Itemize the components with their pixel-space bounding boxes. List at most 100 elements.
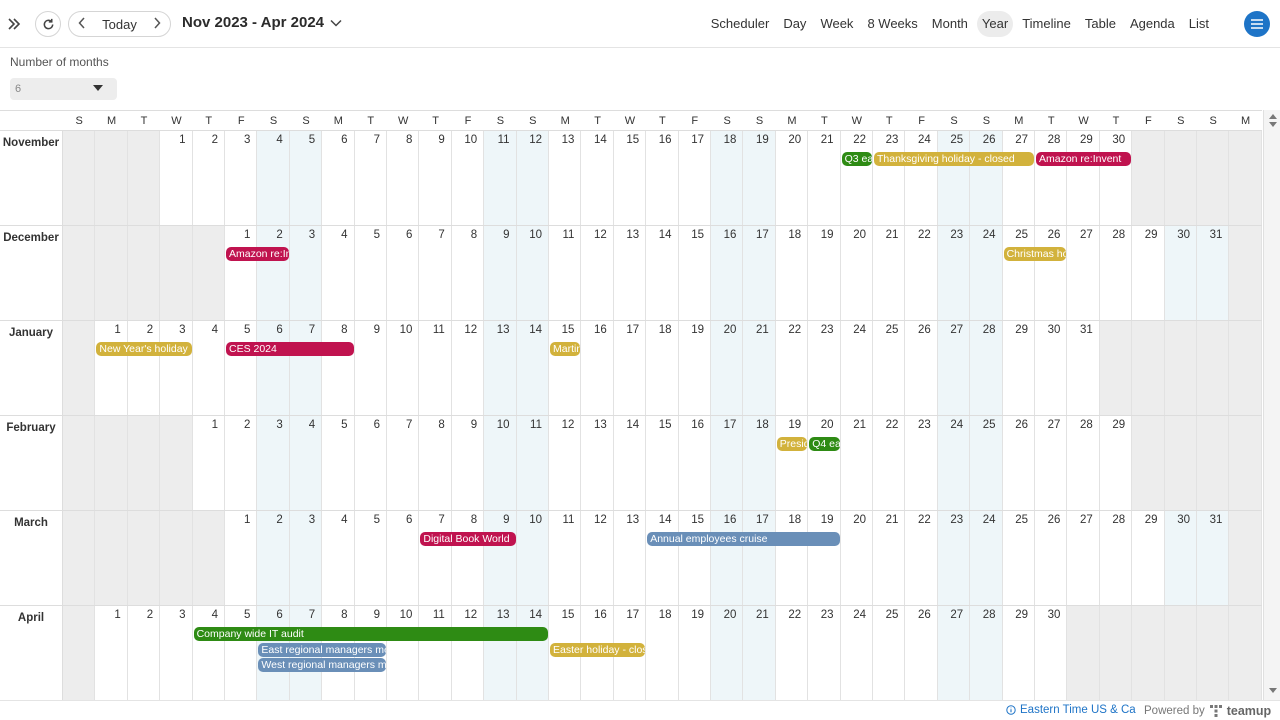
day-number[interactable]: 12 <box>529 134 542 146</box>
day-number[interactable]: 13 <box>562 134 575 146</box>
day-cell[interactable]: 4 <box>193 321 225 415</box>
day-cell[interactable]: 27 <box>1035 416 1068 510</box>
day-cell[interactable]: 25 <box>937 131 971 225</box>
day-cell[interactable]: 19 <box>679 606 711 700</box>
day-number[interactable]: 19 <box>691 324 704 336</box>
calendar-event[interactable]: East regional managers meeting <box>258 642 386 657</box>
day-number[interactable]: 15 <box>562 324 575 336</box>
expand-sidebar-icon[interactable] <box>2 11 26 37</box>
day-cell[interactable]: 16 <box>711 226 744 320</box>
day-cell[interactable]: 13 <box>549 131 582 225</box>
day-cell[interactable]: 22 <box>776 321 809 415</box>
scroll-up-icon[interactable] <box>1269 114 1277 119</box>
day-number[interactable]: 4 <box>212 324 218 336</box>
day-number[interactable]: 18 <box>724 134 737 146</box>
day-cell[interactable]: 22 <box>905 511 938 605</box>
day-number[interactable]: 3 <box>244 134 250 146</box>
day-cell[interactable]: 19 <box>808 226 841 320</box>
powered-by[interactable]: Powered by teamup <box>1144 704 1271 718</box>
day-number[interactable]: 21 <box>853 419 866 431</box>
day-number[interactable]: 24 <box>853 609 866 621</box>
day-cell[interactable]: 16 <box>679 416 711 510</box>
day-number[interactable]: 14 <box>594 134 607 146</box>
day-cell[interactable]: 25 <box>970 416 1003 510</box>
calendar-event[interactable]: Thanksgiving holiday - closed <box>874 152 1034 166</box>
day-number[interactable]: 21 <box>756 609 769 621</box>
day-cell[interactable]: 18 <box>646 606 679 700</box>
day-number[interactable]: 14 <box>626 419 639 431</box>
day-number[interactable]: 22 <box>886 419 899 431</box>
day-number[interactable]: 31 <box>1210 514 1223 526</box>
day-cell[interactable]: 13 <box>614 226 647 320</box>
day-number[interactable]: 16 <box>594 324 607 336</box>
day-cell[interactable]: 5 <box>355 226 387 320</box>
day-cell[interactable]: 4 <box>257 131 290 225</box>
day-number[interactable]: 19 <box>821 514 834 526</box>
day-number[interactable]: 9 <box>438 134 444 146</box>
main-menu-button[interactable] <box>1244 11 1270 37</box>
day-cell[interactable]: 21 <box>873 226 906 320</box>
day-number[interactable]: 9 <box>374 324 380 336</box>
day-number[interactable]: 27 <box>1080 229 1093 241</box>
day-cell[interactable]: 2 <box>225 416 258 510</box>
day-cell[interactable]: 21 <box>808 131 841 225</box>
day-cell[interactable]: 9 <box>355 321 387 415</box>
day-cell[interactable]: 23 <box>905 416 938 510</box>
day-number[interactable]: 11 <box>433 609 445 621</box>
day-number[interactable]: 2 <box>212 134 218 146</box>
day-cell[interactable]: 1 <box>193 416 225 510</box>
day-cell[interactable]: 18 <box>646 321 679 415</box>
day-cell[interactable]: 6 <box>322 131 355 225</box>
day-cell[interactable]: 22 <box>905 226 938 320</box>
day-cell[interactable]: 24 <box>841 321 873 415</box>
day-number[interactable]: 17 <box>756 514 769 526</box>
day-cell[interactable]: 18 <box>711 131 744 225</box>
day-number[interactable]: 30 <box>1177 229 1190 241</box>
day-cell[interactable]: 29 <box>1132 511 1165 605</box>
day-number[interactable]: 22 <box>788 324 801 336</box>
day-number[interactable]: 17 <box>724 419 737 431</box>
day-cell[interactable]: 30 <box>1035 606 1068 700</box>
day-number[interactable]: 8 <box>341 324 347 336</box>
day-number[interactable]: 15 <box>691 514 704 526</box>
day-cell[interactable]: 27 <box>1067 511 1100 605</box>
day-cell[interactable]: 29 <box>1067 131 1100 225</box>
day-cell[interactable]: 11 <box>419 606 452 700</box>
day-cell[interactable]: 10 <box>387 321 420 415</box>
day-cell[interactable]: 29 <box>1003 321 1035 415</box>
view-tab-8-weeks[interactable]: 8 Weeks <box>862 11 922 37</box>
day-number[interactable]: 8 <box>341 609 347 621</box>
day-number[interactable]: 4 <box>309 419 315 431</box>
day-number[interactable]: 20 <box>853 229 866 241</box>
day-number[interactable]: 26 <box>1048 514 1061 526</box>
day-cell[interactable]: 31 <box>1067 321 1100 415</box>
day-number[interactable]: 8 <box>471 229 477 241</box>
day-cell[interactable]: 28 <box>1100 511 1133 605</box>
day-number[interactable]: 2 <box>147 324 153 336</box>
day-number[interactable]: 1 <box>244 229 250 241</box>
day-cell[interactable]: 23 <box>937 511 971 605</box>
day-number[interactable]: 24 <box>950 419 963 431</box>
day-cell[interactable]: 14 <box>516 606 549 700</box>
day-number[interactable]: 13 <box>594 419 607 431</box>
day-number[interactable]: 29 <box>1015 324 1028 336</box>
view-tab-list[interactable]: List <box>1184 11 1214 37</box>
day-number[interactable]: 6 <box>341 134 347 146</box>
day-cell[interactable]: 9 <box>484 226 517 320</box>
day-cell[interactable]: 21 <box>873 511 906 605</box>
day-number[interactable]: 31 <box>1210 229 1223 241</box>
day-cell[interactable]: 22 <box>776 606 809 700</box>
day-cell[interactable]: 9 <box>419 131 452 225</box>
day-cell[interactable]: 30 <box>1164 226 1197 320</box>
day-number[interactable]: 17 <box>626 609 639 621</box>
day-cell[interactable]: 16 <box>646 131 679 225</box>
day-number[interactable]: 12 <box>594 229 607 241</box>
day-number[interactable]: 7 <box>374 134 380 146</box>
day-number[interactable]: 28 <box>983 609 996 621</box>
day-cell[interactable]: 28 <box>1100 226 1133 320</box>
day-number[interactable]: 13 <box>497 324 510 336</box>
day-number[interactable]: 5 <box>244 324 250 336</box>
day-number[interactable]: 10 <box>400 609 413 621</box>
day-cell[interactable]: 2 <box>128 321 161 415</box>
day-number[interactable]: 19 <box>756 134 769 146</box>
